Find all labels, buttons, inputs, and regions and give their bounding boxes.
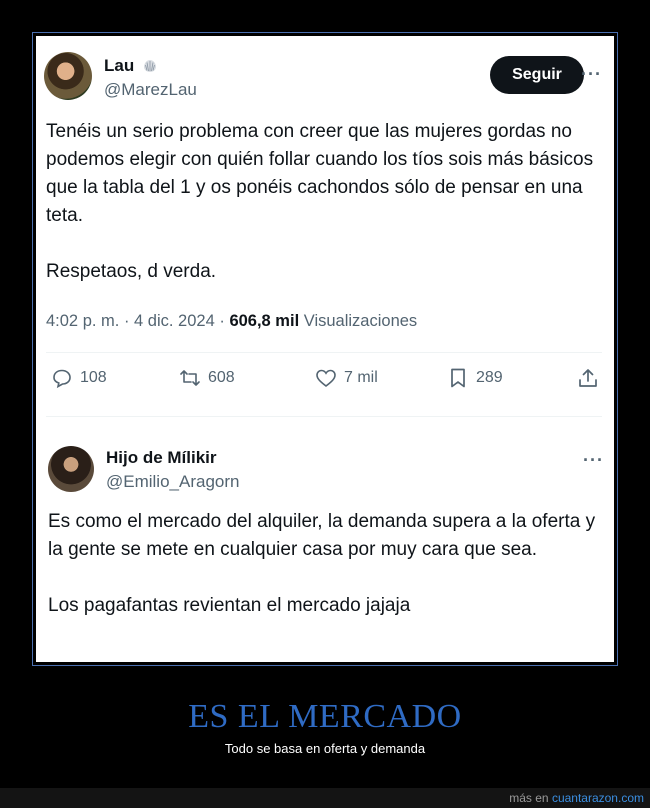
tweet-paragraph: Tenéis un serio problema con creer que l… — [46, 121, 594, 226]
tweet-meta: 4:02 p. m. · 4 dic. 2024 · 606,8 mil Vis… — [46, 312, 417, 331]
shell-badge-icon — [142, 58, 158, 74]
like-button[interactable]: 7 mil — [314, 366, 378, 390]
reply-handle[interactable]: @Emilio_Aragorn — [106, 472, 239, 492]
reply-display-name[interactable]: Hijo de Mílikir — [106, 448, 239, 468]
like-count: 7 mil — [344, 369, 378, 386]
reply-count: 108 — [80, 369, 107, 386]
reply-user-meta: Hijo de Mílikir @Emilio_Aragorn — [106, 448, 239, 492]
reply-paragraph: Es como el mercado del alquiler, la dema… — [48, 511, 596, 560]
display-name-row[interactable]: Lau — [104, 56, 197, 76]
avatar[interactable] — [44, 52, 92, 100]
tweet-screenshot: Lau @MarezLau Seguir ··· Tenéis un serio… — [36, 36, 614, 662]
reply-text: Es como el mercado del alquiler, la dema… — [48, 508, 598, 648]
footer-prefix: más en — [509, 791, 552, 805]
footer-bar: más en cuantarazon.com — [0, 788, 650, 808]
retweet-icon — [180, 370, 200, 386]
tweet-header: Lau @MarezLau Seguir ··· — [44, 50, 606, 102]
views-count: 606,8 mil — [229, 312, 300, 330]
tweet-paragraph: Respetaos, d verda. — [46, 261, 217, 282]
like-icon — [316, 369, 336, 388]
caption-title: ES EL MERCADO — [188, 698, 462, 735]
more-options-icon[interactable]: ··· — [581, 64, 602, 85]
divider — [46, 352, 602, 353]
share-button[interactable] — [576, 366, 600, 390]
user-meta: Lau @MarezLau — [104, 56, 197, 100]
bookmark-count: 289 — [476, 369, 503, 386]
display-name[interactable]: Lau — [104, 56, 134, 76]
footer-site-link[interactable]: cuantarazon.com — [552, 791, 644, 805]
divider — [46, 416, 602, 417]
handle[interactable]: @MarezLau — [104, 80, 197, 100]
caption-subtitle: Todo se basa en oferta y demanda — [224, 741, 426, 756]
reply-more-options-icon[interactable]: ··· — [583, 450, 604, 471]
action-bar: 108 608 7 mil 289 — [50, 366, 602, 396]
bookmark-button[interactable]: 289 — [446, 366, 503, 390]
reply-paragraph: Los pagafantas revientan el mercado jaja… — [48, 595, 411, 616]
reply-header: Hijo de Mílikir @Emilio_Aragorn ··· — [48, 442, 604, 494]
reply-icon — [53, 369, 71, 389]
bookmark-icon — [451, 368, 465, 388]
timestamp[interactable]: 4:02 p. m. · 4 dic. 2024 · — [46, 312, 229, 330]
retweet-count: 608 — [208, 369, 235, 386]
footer-text: más en cuantarazon.com — [509, 791, 644, 805]
share-icon — [579, 369, 597, 387]
retweet-button[interactable]: 608 — [178, 366, 235, 390]
reply-avatar[interactable] — [48, 446, 94, 492]
reply-button[interactable]: 108 — [50, 366, 107, 390]
follow-button[interactable]: Seguir — [490, 56, 584, 94]
tweet-text: Tenéis un serio problema con creer que l… — [46, 118, 596, 314]
views-label: Visualizaciones — [303, 312, 418, 330]
